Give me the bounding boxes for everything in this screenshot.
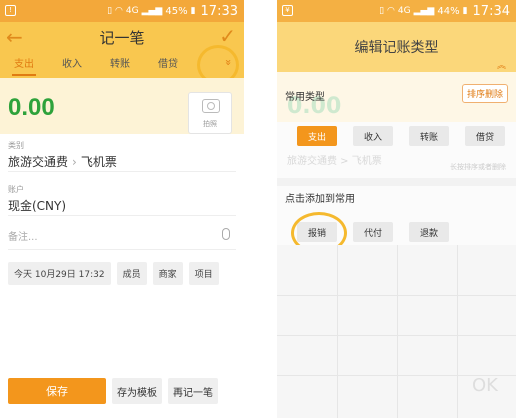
tab-loan[interactable]: 借贷 [144,52,192,78]
status-bar: ! ▯ ◠ 4G ▂▄▆ 45% ▮ 17:33 [0,0,244,22]
member-chip[interactable]: 成员 [116,262,147,285]
screen-gap [244,0,277,418]
sort-delete-button[interactable]: 排序删除 [461,84,508,103]
battery-icon: ▮ [462,6,468,16]
notification-icon: ! [5,5,16,16]
photo-label: 拍照 [203,120,217,128]
type-transfer[interactable]: 转账 [409,126,449,146]
record-again-button[interactable]: 再记一笔 [168,378,218,404]
project-chip[interactable]: 项目 [188,262,219,285]
save-template-button[interactable]: 存为模板 [112,378,162,404]
type-loan[interactable]: 借贷 [465,126,505,146]
vibrate-icon: ▯ [379,6,385,16]
merchant-chip[interactable]: 商家 [152,262,183,285]
long-press-hint: 长按排序或者删除 [450,163,506,171]
type-income[interactable]: 收入 [353,126,393,146]
collapse-chevron-icon[interactable]: ︽ [497,58,506,71]
account-value: 现金(CNY) [8,199,67,213]
account-field[interactable]: 账户 现金(CNY) [8,184,236,216]
panel-header: 编辑记账类型 [277,22,516,72]
add-types-title: 点击添加到常用 [285,194,355,205]
date-chip[interactable]: 今天 10月29日 17:32 [8,262,111,285]
category-label: 类别 [8,141,24,150]
microphone-icon[interactable] [222,228,230,240]
right-screen: ¥ ▯ ◠ 4G ▂▄▆ 44% ▮ 17:34 编辑记账类型 ︽ 0.00 常… [277,0,516,418]
keypad-line [397,245,398,418]
save-button[interactable]: 保存 [8,378,106,404]
amount-value[interactable]: 0.00 [8,94,55,122]
category-parent: 旅游交通费 [8,155,69,169]
tab-transfer[interactable]: 转账 [96,52,144,78]
tab-expense[interactable]: 支出 [0,52,48,78]
photo-button[interactable]: 拍照 [188,92,232,134]
signal-icon: ▂▄▆ [413,6,435,16]
type-expense[interactable]: 支出 [297,126,337,146]
battery-level: 44% [437,5,460,17]
panel-title: 编辑记账类型 [354,40,439,56]
back-arrow-icon[interactable]: ← [6,25,23,49]
page-title: 记一笔 [99,28,145,47]
network-label: 4G [125,6,139,16]
battery-icon: ▮ [190,6,196,16]
keypad-line [337,245,338,418]
vibrate-icon: ▯ [107,6,113,16]
note-placeholder: 备注... [8,232,38,243]
signal-icon: ▂▄▆ [141,6,163,16]
notification-icon: ¥ [282,5,293,16]
keypad-line [457,245,458,418]
bottom-actions: 保存 存为模板 再记一笔 [8,378,218,404]
ghost-ok-key: OK [472,375,498,396]
type-refund[interactable]: 退款 [409,222,449,242]
battery-level: 45% [165,5,188,17]
ghost-category: 旅游交通费 > 飞机票 [287,156,382,167]
network-label: 4G [397,6,411,16]
common-types-row: 支出 收入 转账 借贷 [297,126,505,146]
left-screen: ! ▯ ◠ 4G ▂▄▆ 45% ▮ 17:33 ← 记一笔 ✓ 支出 收入 转… [0,0,244,418]
extra-options: 今天 10月29日 17:32 成员 商家 项目 [8,262,219,285]
account-label: 账户 [8,185,24,194]
common-types-title: 常用类型 [285,92,325,103]
type-pay-for-others[interactable]: 代付 [353,222,393,242]
section-divider [277,178,516,186]
clock: 17:33 [200,3,238,19]
tab-income[interactable]: 收入 [48,52,96,78]
note-field[interactable]: 备注... [8,226,236,250]
chevron-right-icon: › [72,155,77,169]
wifi-icon: ◠ [387,6,395,16]
wifi-icon: ◠ [115,6,123,16]
category-child: 飞机票 [80,155,117,169]
status-bar: ¥ ▯ ◠ 4G ▂▄▆ 44% ▮ 17:34 [277,0,516,22]
clock: 17:34 [472,3,510,19]
amount-area[interactable]: 0.00 拍照 [0,78,244,134]
category-field[interactable]: 类别 旅游交通费 › 飞机票 [8,140,236,172]
camera-icon [202,99,220,113]
